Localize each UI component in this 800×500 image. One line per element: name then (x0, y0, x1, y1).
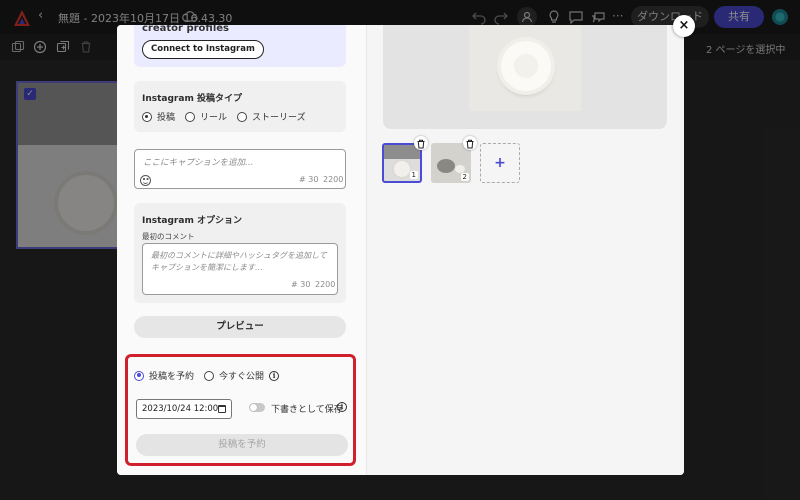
caption-char-count: 2200 (323, 175, 344, 184)
slide-number: 2 (460, 173, 469, 181)
info-icon[interactable]: i (269, 370, 280, 381)
plate-image (394, 161, 410, 177)
caption-placeholder: ここにキャプションを追加… (143, 158, 254, 168)
emoji-icon[interactable] (140, 175, 151, 186)
radio-schedule-post[interactable]: 投稿を予約 (134, 369, 194, 382)
caption-input[interactable]: ここにキャプションを追加… # 30 2200 (134, 149, 346, 189)
instagram-options-card: Instagram オプション 最初のコメント 最初のコメントに詳細やハッシュタ… (134, 203, 346, 303)
schedule-post-button[interactable]: 投稿を予約 (136, 434, 348, 456)
creator-profiles-text: creator profiles (142, 25, 229, 34)
post-type-radio-group: 投稿 リール ストーリーズ (142, 110, 316, 123)
comment-placeholder: 最初のコメントに詳細やハッシュタグを追加してキャプションを簡潔にします… (151, 251, 327, 272)
first-comment-input[interactable]: 最初のコメントに詳細やハッシュタグを追加してキャプションを簡潔にします… # 3… (142, 243, 338, 295)
post-type-title: Instagram 投稿タイプ (142, 94, 242, 104)
delete-slide-trash-icon[interactable] (414, 136, 428, 150)
save-draft-toggle[interactable] (249, 403, 265, 412)
radio-selected-icon (142, 111, 152, 122)
first-comment-label: 最初のコメント (142, 232, 195, 241)
post-preview-image (469, 25, 581, 111)
comment-char-count: 2200 (315, 280, 336, 289)
instagram-publish-dialog: creator profiles Connect to Instagram In… (117, 25, 684, 475)
close-dialog-button[interactable]: × (673, 15, 695, 37)
settings-panel: creator profiles Connect to Instagram In… (117, 25, 367, 475)
post-type-card: Instagram 投稿タイプ 投稿 リール ストーリーズ (134, 81, 346, 132)
radio-reel[interactable]: リール (185, 110, 227, 123)
delete-slide-trash-icon[interactable] (463, 136, 477, 150)
connect-instagram-button[interactable]: Connect to Instagram (142, 40, 264, 59)
save-draft-label: 下書きとして保存 (271, 405, 343, 415)
plate-image (501, 41, 551, 91)
publish-timing-radio-group: 投稿を予約 今すぐ公開 i (134, 369, 280, 382)
caption-hashtag-count: # 30 (299, 175, 319, 184)
radio-publish-now[interactable]: 今すぐ公開 (204, 369, 264, 382)
draft-info-icon[interactable]: i (337, 402, 347, 412)
preview-button[interactable]: プレビュー (134, 316, 346, 338)
preview-panel: 1 2 + (367, 25, 684, 475)
add-slide-button[interactable]: + (480, 143, 520, 183)
options-title: Instagram オプション (142, 216, 242, 226)
post-preview-frame (383, 25, 667, 129)
radio-empty-icon (237, 111, 248, 122)
radio-empty-icon (204, 370, 215, 381)
radio-selected-icon (134, 370, 144, 381)
bowl-image (437, 159, 455, 173)
calendar-icon[interactable] (218, 405, 226, 413)
comment-hashtag-count: # 30 (291, 280, 311, 289)
radio-empty-icon (185, 111, 196, 122)
radio-post[interactable]: 投稿 (142, 110, 175, 123)
schedule-datetime-input[interactable]: 2023/10/24 12:00 (136, 399, 232, 419)
radio-stories[interactable]: ストーリーズ (237, 110, 306, 123)
schedule-section: 投稿を予約 今すぐ公開 i 2023/10/24 12:00 下書きとして保存 … (125, 354, 356, 466)
slide-number: 1 (409, 171, 418, 179)
creator-profile-card: creator profiles Connect to Instagram (134, 25, 346, 67)
plate-image (455, 165, 465, 173)
